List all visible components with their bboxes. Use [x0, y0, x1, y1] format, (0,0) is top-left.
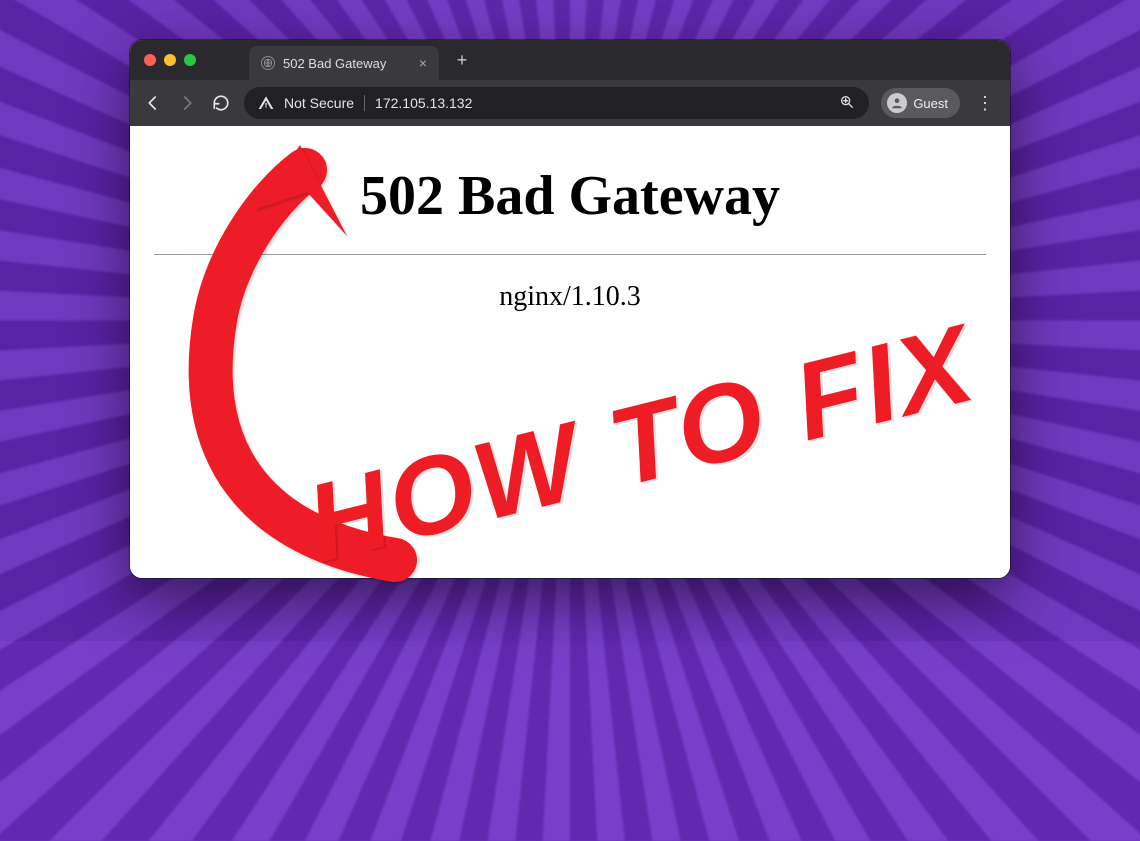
error-heading: 502 Bad Gateway — [130, 164, 1010, 228]
kebab-menu-button[interactable]: ⋮ — [972, 93, 998, 114]
zoom-icon[interactable] — [839, 94, 855, 113]
browser-window: 502 Bad Gateway × + Not Secure 172.105.1… — [130, 40, 1010, 578]
tab-title: 502 Bad Gateway — [283, 56, 386, 71]
globe-icon — [261, 56, 275, 70]
profile-label: Guest — [913, 96, 948, 111]
separator — [364, 95, 365, 111]
server-signature: nginx/1.10.3 — [130, 281, 1010, 313]
forward-button[interactable] — [176, 92, 198, 114]
window-controls — [144, 54, 196, 66]
profile-chip[interactable]: Guest — [881, 88, 960, 118]
browser-tab[interactable]: 502 Bad Gateway × — [249, 46, 439, 80]
url-text: 172.105.13.132 — [375, 95, 829, 111]
minimize-window-button[interactable] — [164, 54, 176, 66]
avatar-icon — [887, 93, 907, 113]
close-tab-button[interactable]: × — [419, 55, 427, 71]
toolbar: Not Secure 172.105.13.132 Guest ⋮ — [130, 80, 1010, 126]
divider — [154, 254, 986, 255]
address-bar[interactable]: Not Secure 172.105.13.132 — [244, 87, 869, 119]
not-secure-warning-icon — [258, 95, 274, 111]
new-tab-button[interactable]: + — [449, 47, 475, 73]
back-button[interactable] — [142, 92, 164, 114]
page-viewport: 502 Bad Gateway nginx/1.10.3 — [130, 126, 1010, 578]
close-window-button[interactable] — [144, 54, 156, 66]
tab-strip: 502 Bad Gateway × + — [249, 40, 475, 80]
security-status-label: Not Secure — [284, 95, 354, 111]
maximize-window-button[interactable] — [184, 54, 196, 66]
reload-button[interactable] — [210, 92, 232, 114]
titlebar: 502 Bad Gateway × + — [130, 40, 1010, 80]
